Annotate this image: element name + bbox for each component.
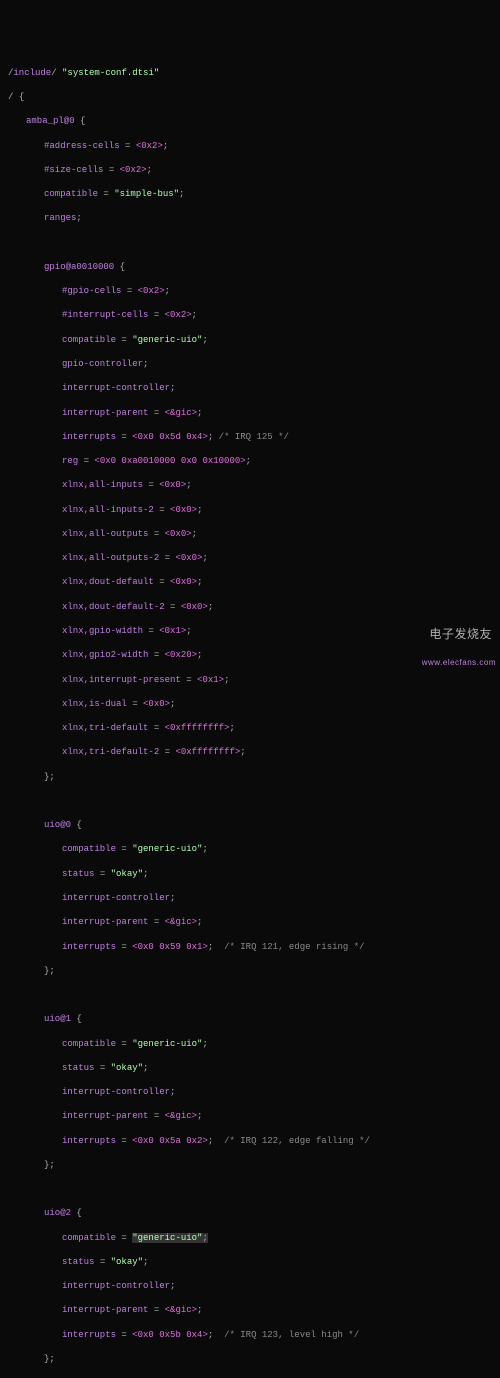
- interrupt-parent: interrupt-parent = <&gic>;: [8, 407, 492, 419]
- gpio-compatible: compatible = "generic-uio";: [8, 334, 492, 346]
- uio2-compatible: compatible = "generic-uio";: [8, 1232, 492, 1244]
- uio0-close: };: [8, 965, 492, 977]
- root-open: / {: [8, 91, 492, 103]
- amba-compatible: compatible = "simple-bus";: [8, 188, 492, 200]
- blank: [8, 795, 492, 807]
- uio1-interrupts: interrupts = <0x0 0x5a 0x2>; /* IRQ 122,…: [8, 1135, 492, 1147]
- uio1-interrupt-controller: interrupt-controller;: [8, 1086, 492, 1098]
- reg: reg = <0x0 0xa0010000 0x0 0x10000>;: [8, 455, 492, 467]
- xlnx-dout-default: xlnx,dout-default = <0x0>;: [8, 576, 492, 588]
- xlnx-gpio-width: xlnx,gpio-width = <0x1>;: [8, 625, 492, 637]
- interrupts: interrupts = <0x0 0x5d 0x4>; /* IRQ 125 …: [8, 431, 492, 443]
- watermark-text: 电子发烧友: [429, 627, 492, 641]
- blank: [8, 1183, 492, 1195]
- uio0-status: status = "okay";: [8, 868, 492, 880]
- ranges: ranges;: [8, 212, 492, 224]
- uio2-label: uio@2 {: [8, 1207, 492, 1219]
- uio0-compatible: compatible = "generic-uio";: [8, 843, 492, 855]
- xlnx-gpio2-width: xlnx,gpio2-width = <0x20>;: [8, 649, 492, 661]
- address-cells: #address-cells = <0x2>;: [8, 140, 492, 152]
- watermark-url: www.elecfans.com: [422, 658, 496, 669]
- uio2-interrupt-parent: interrupt-parent = <&gic>;: [8, 1304, 492, 1316]
- uio2-interrupt-controller: interrupt-controller;: [8, 1280, 492, 1292]
- watermark: 电子发烧友 www.elecfans.com: [422, 609, 496, 685]
- uio1-status: status = "okay";: [8, 1062, 492, 1074]
- blank: [8, 989, 492, 1001]
- xlnx-interrupt-present: xlnx,interrupt-present = <0x1>;: [8, 674, 492, 686]
- cursor-highlight: "generic-uio";: [132, 1233, 208, 1243]
- xlnx-tri-default: xlnx,tri-default = <0xffffffff>;: [8, 722, 492, 734]
- code-block: /include/ "system-conf.dtsi" / { amba_pl…: [8, 55, 492, 1378]
- gpio-close: };: [8, 771, 492, 783]
- gpio-controller: gpio-controller;: [8, 358, 492, 370]
- uio1-close: };: [8, 1159, 492, 1171]
- xlnx-all-outputs-2: xlnx,all-outputs-2 = <0x0>;: [8, 552, 492, 564]
- blank: [8, 237, 492, 249]
- uio2-interrupts: interrupts = <0x0 0x5b 0x4>; /* IRQ 123,…: [8, 1329, 492, 1341]
- uio2-compatible-pre: compatible =: [62, 1233, 132, 1243]
- xlnx-dout-default-2: xlnx,dout-default-2 = <0x0>;: [8, 601, 492, 613]
- uio1-compatible: compatible = "generic-uio";: [8, 1038, 492, 1050]
- uio1-interrupt-parent: interrupt-parent = <&gic>;: [8, 1110, 492, 1122]
- uio0-interrupts: interrupts = <0x0 0x59 0x1>; /* IRQ 121,…: [8, 941, 492, 953]
- xlnx-is-dual: xlnx,is-dual = <0x0>;: [8, 698, 492, 710]
- size-cells: #size-cells = <0x2>;: [8, 164, 492, 176]
- xlnx-all-inputs-2: xlnx,all-inputs-2 = <0x0>;: [8, 504, 492, 516]
- xlnx-all-outputs: xlnx,all-outputs = <0x0>;: [8, 528, 492, 540]
- amba-label: amba_pl@0 {: [8, 115, 492, 127]
- uio0-interrupt-controller: interrupt-controller;: [8, 892, 492, 904]
- gpio-cells: #gpio-cells = <0x2>;: [8, 285, 492, 297]
- blank: [8, 1377, 492, 1378]
- uio0-label: uio@0 {: [8, 819, 492, 831]
- gpio-label: gpio@a0010000 {: [8, 261, 492, 273]
- uio2-status: status = "okay";: [8, 1256, 492, 1268]
- interrupt-controller: interrupt-controller;: [8, 382, 492, 394]
- include-line: /include/ "system-conf.dtsi": [8, 67, 492, 79]
- uio2-close: };: [8, 1353, 492, 1365]
- xlnx-all-inputs: xlnx,all-inputs = <0x0>;: [8, 479, 492, 491]
- uio0-interrupt-parent: interrupt-parent = <&gic>;: [8, 916, 492, 928]
- interrupt-cells: #interrupt-cells = <0x2>;: [8, 309, 492, 321]
- xlnx-tri-default-2: xlnx,tri-default-2 = <0xffffffff>;: [8, 746, 492, 758]
- uio1-label: uio@1 {: [8, 1013, 492, 1025]
